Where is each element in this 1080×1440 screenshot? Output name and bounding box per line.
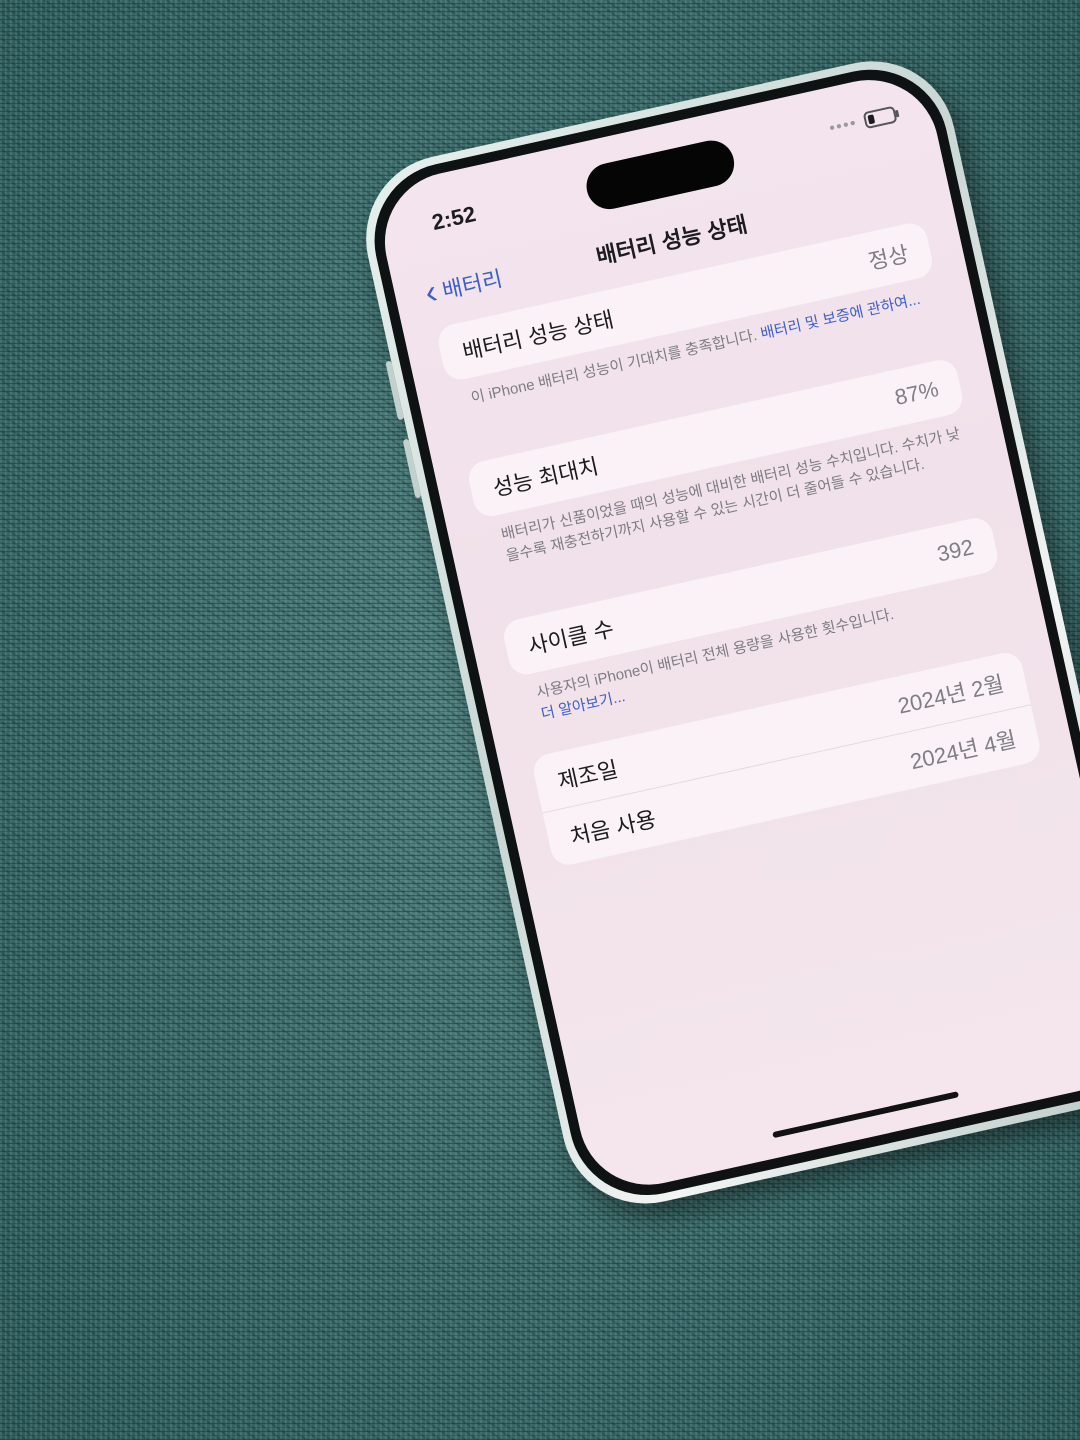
signal-icon: ●●●● <box>827 117 858 135</box>
cycle-count-label: 사이클 수 <box>525 616 617 660</box>
battery-health-label: 배터리 성능 상태 <box>460 306 617 365</box>
phone-screen: 2:52 ●●●● ‹ 배터리 배터리 성능 상태 배터리 성능 상태 정상 이… <box>371 66 1080 1199</box>
first-use-label: 처음 사용 <box>567 806 659 850</box>
iphone-device: 2:52 ●●●● ‹ 배터리 배터리 성능 상태 배터리 성능 상태 정상 이… <box>350 45 1080 1220</box>
max-capacity-value: 87% <box>892 376 941 411</box>
phone-bezel: 2:52 ●●●● ‹ 배터리 배터리 성능 상태 배터리 성능 상태 정상 이… <box>359 54 1080 1211</box>
first-use-value: 2024년 4월 <box>907 726 1019 775</box>
status-icons: ●●●● <box>827 105 898 137</box>
max-capacity-label: 성능 최대치 <box>490 453 601 502</box>
battery-health-value: 정상 <box>866 241 911 275</box>
manufacture-date-label: 제조일 <box>555 756 621 795</box>
dynamic-island <box>582 136 739 214</box>
battery-icon <box>862 105 898 130</box>
status-time: 2:52 <box>429 201 479 236</box>
home-indicator[interactable] <box>772 1091 960 1139</box>
cycle-count-value: 392 <box>934 534 976 567</box>
